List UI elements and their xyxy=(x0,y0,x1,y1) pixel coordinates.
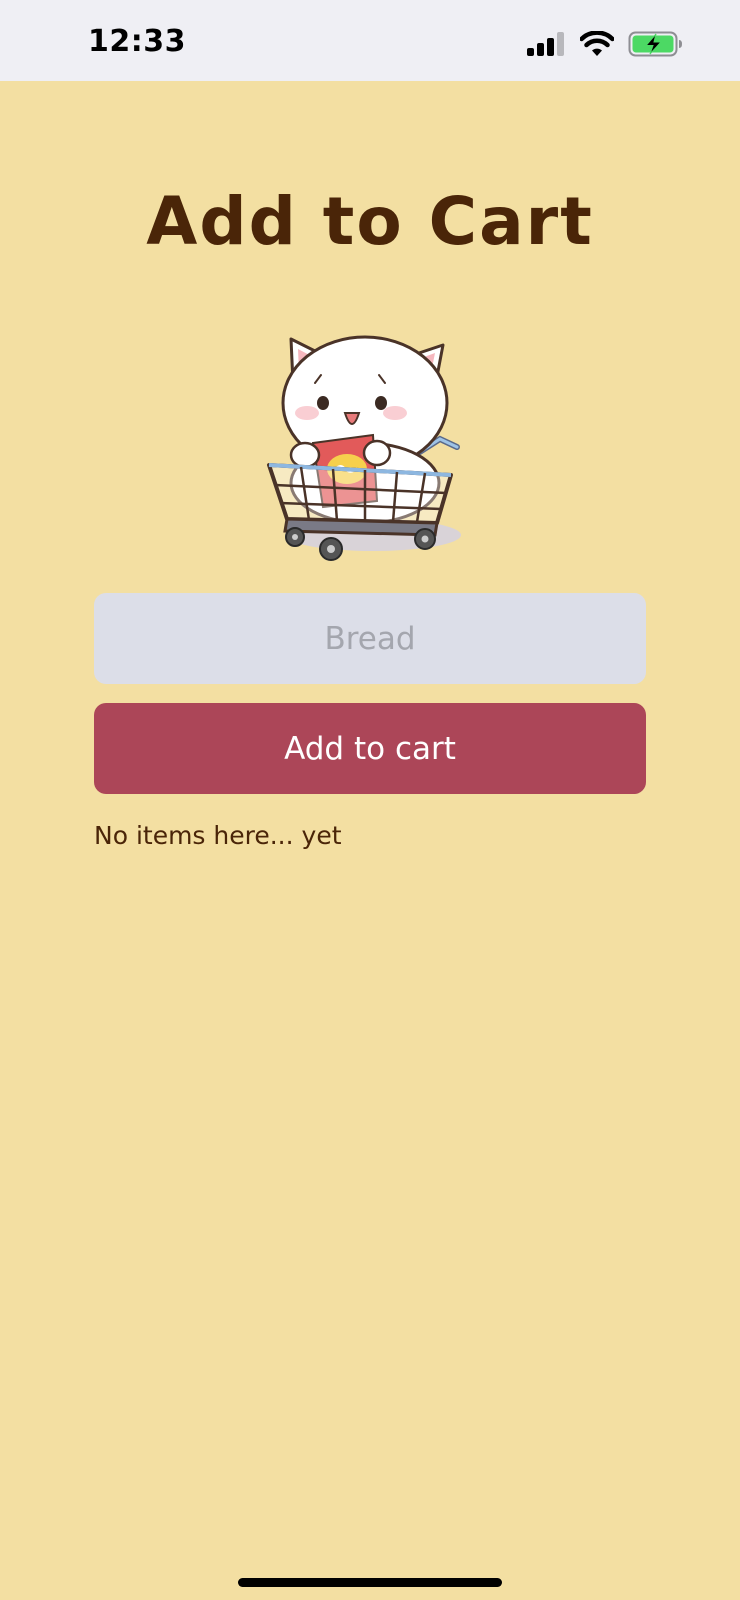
add-to-cart-button[interactable]: Add to cart xyxy=(94,703,646,794)
cat-in-shopping-cart-icon xyxy=(267,335,461,561)
status-bar: 12:33 xyxy=(0,0,740,81)
page-title: Add to Cart xyxy=(146,183,594,260)
wifi-icon xyxy=(580,31,614,56)
home-indicator xyxy=(238,1578,502,1587)
item-name-input[interactable] xyxy=(94,593,646,684)
status-time: 12:33 xyxy=(88,24,186,59)
signal-icon xyxy=(527,32,564,56)
main-content: Add to Cart Bread Add to cart No items h… xyxy=(0,81,740,1600)
empty-cart-message: No items here... yet xyxy=(94,821,342,850)
status-icons xyxy=(526,28,684,60)
battery-charging-icon xyxy=(628,31,682,57)
